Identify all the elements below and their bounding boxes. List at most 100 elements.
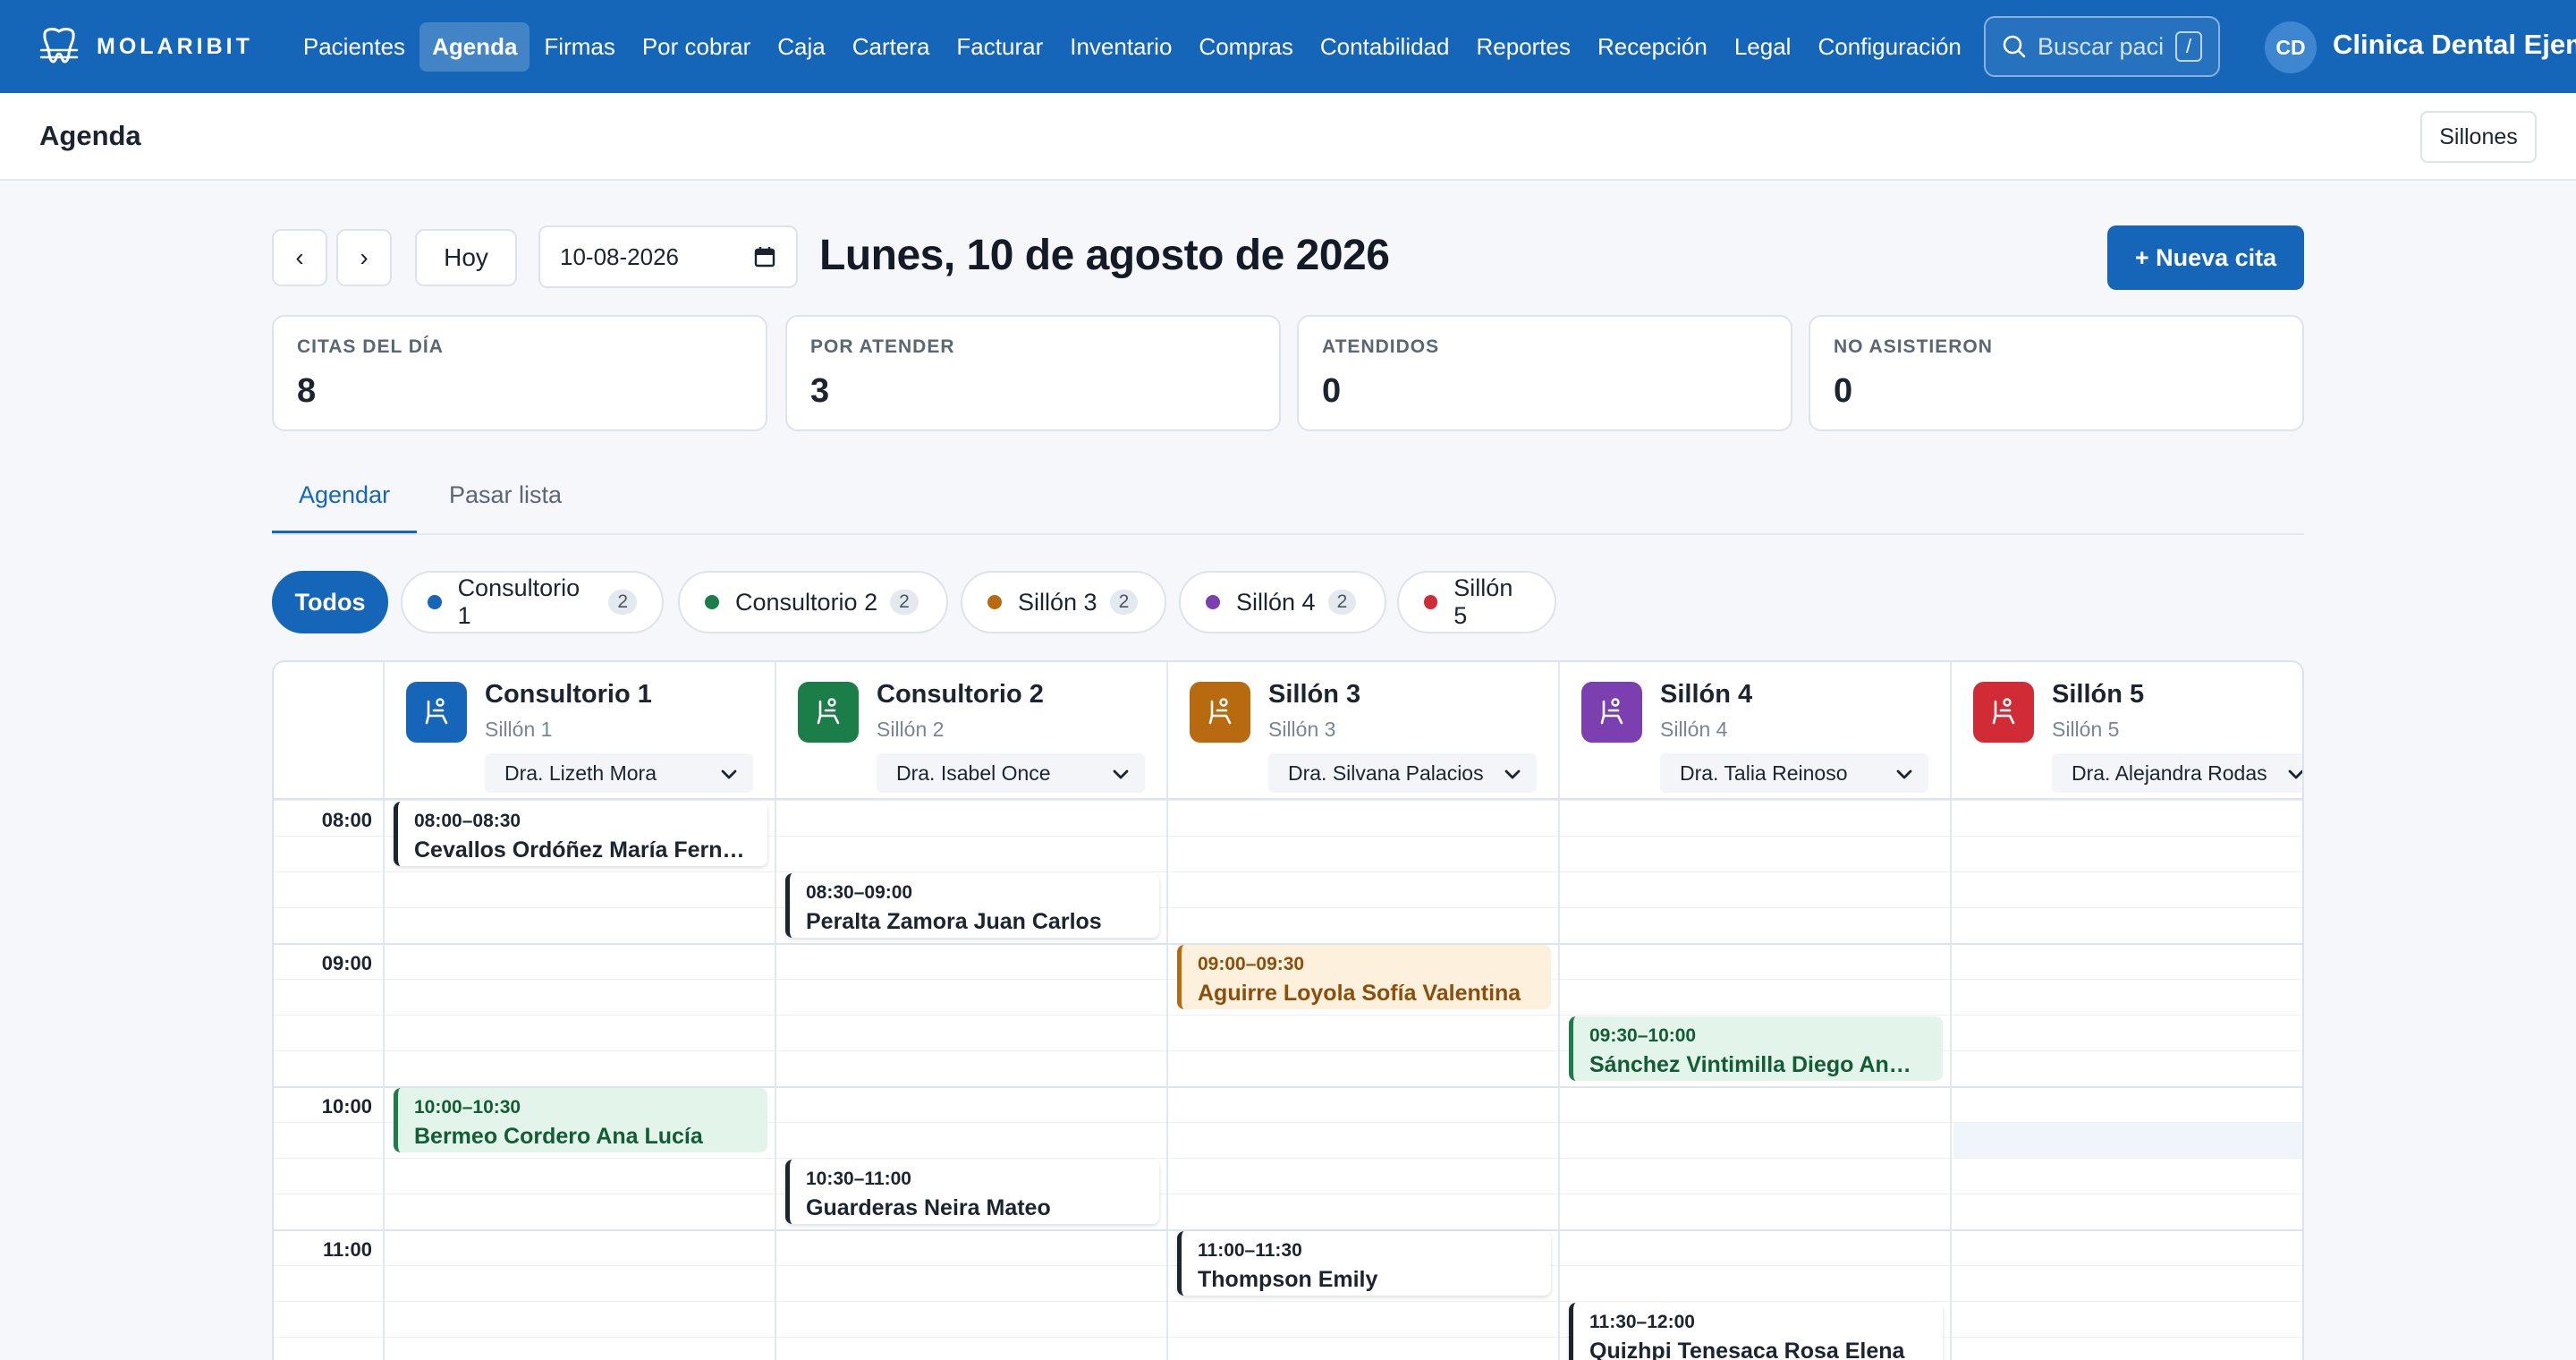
doctor-select[interactable]: Dra. Silvana Palacios [1268, 753, 1537, 793]
chair-subtitle: Sillón 3 [1268, 718, 1336, 741]
doctor-name: Dra. Talia Reinoso [1680, 761, 1848, 785]
new-appointment-button[interactable]: + Nueva cita [2107, 225, 2304, 290]
filter-chip[interactable]: Sillón 3 2 [961, 571, 1166, 633]
column-divider [775, 800, 776, 1360]
column-divider [1950, 800, 1952, 1360]
brand[interactable]: MOLARIBIT [36, 23, 253, 70]
appointment-card[interactable]: 08:00–08:30 Cevallos Ordóñez María Fernan… [394, 802, 767, 866]
today-button[interactable]: Hoy [415, 229, 517, 286]
nav-link-por-cobrar[interactable]: Por cobrar [630, 22, 763, 72]
search-icon [2003, 35, 2026, 58]
date-picker[interactable]: 10-08-2026 [538, 225, 798, 288]
chip-color-dot [428, 595, 442, 609]
patient-name: Cevallos Ordóñez María Fernanda [414, 837, 767, 863]
filter-chip[interactable]: Consultorio 1 2 [401, 571, 664, 633]
brand-name: MOLARIBIT [97, 33, 253, 59]
top-navbar: MOLARIBIT Pacientes Agenda Firmas Por cobra… [0, 0, 2576, 93]
patient-name: Peralta Zamora Juan Carlos [806, 909, 1102, 934]
column-divider [1558, 800, 1560, 1360]
dental-chair-icon [1973, 682, 2034, 743]
chevron-down-icon [1896, 761, 1912, 786]
nav-link-facturar[interactable]: Facturar [944, 22, 1055, 72]
chair-name: Sillón 3 [1268, 680, 1361, 709]
appointment-card[interactable]: 09:30–10:00 Sánchez Vintimilla Diego Andr… [1569, 1016, 1943, 1081]
nav-link-legal[interactable]: Legal [1722, 22, 1804, 72]
chevron-down-icon [721, 761, 737, 786]
appointment-time: 09:00–09:30 [1198, 954, 1305, 974]
appointment-card[interactable]: 11:00–11:30 Thompson Emily [1177, 1231, 1551, 1296]
hour-label: 11:00 [322, 1238, 372, 1261]
appointment-card[interactable]: 10:00–10:30 Bermeo Cordero Ana Lucía [394, 1088, 767, 1152]
chip-count: 2 [1327, 590, 1357, 615]
nav-link-firmas[interactable]: Firmas [531, 22, 627, 72]
tab-pasar-lista[interactable]: Pasar lista [449, 481, 562, 533]
nav-link-inventario[interactable]: Inventario [1057, 22, 1184, 72]
view-tabs: Agendar Pasar lista [272, 463, 2304, 535]
sillones-button[interactable]: Sillones [2420, 111, 2537, 163]
stat-card: NO ASISTIERON 0 [1809, 315, 2304, 431]
slot-divider [274, 1158, 2302, 1159]
patient-search[interactable]: / [1984, 16, 2220, 77]
nav-link-cartera[interactable]: Cartera [840, 22, 943, 72]
nav-link-reportes[interactable]: Reportes [1463, 22, 1583, 72]
user-avatar[interactable]: CD [2265, 21, 2317, 73]
chip-color-dot [705, 595, 719, 609]
doctor-select[interactable]: Dra. Alejandra Rodas [2052, 753, 2302, 793]
chip-count: 2 [1109, 590, 1139, 615]
appointment-card[interactable]: 09:00–09:30 Aguirre Loyola Sofía Valentin… [1177, 945, 1551, 1009]
slot-divider [274, 871, 2302, 872]
tab-agendar[interactable]: Agendar [272, 481, 418, 533]
filter-chip[interactable]: Todos [272, 571, 388, 633]
doctor-select[interactable]: Dra. Lizeth Mora [485, 753, 753, 793]
chip-color-dot [987, 595, 1002, 609]
chair-subtitle: Sillón 2 [877, 718, 945, 741]
nav-link-pacientes[interactable]: Pacientes [291, 22, 418, 72]
clinic-name[interactable]: Clinica Dental Ejemplo [2333, 29, 2576, 61]
current-date-title: Lunes, 10 de agosto de 2026 [819, 232, 1390, 279]
doctor-select[interactable]: Dra. Talia Reinoso [1660, 753, 1928, 793]
patient-name: Bermeo Cordero Ana Lucía [414, 1124, 703, 1149]
appointment-time: 09:30–10:00 [1589, 1025, 1697, 1046]
chair-column-header: Sillón 3 Sillón 3 Dra. Silvana Palacios [1168, 662, 1560, 800]
nav-link-compras[interactable]: Compras [1186, 22, 1305, 72]
filter-chip[interactable]: Sillón 4 2 [1179, 571, 1386, 633]
chair-subtitle: Sillón 5 [2052, 718, 2120, 741]
search-shortcut-key: / [2175, 31, 2203, 62]
chip-color-dot [1206, 595, 1220, 609]
search-input[interactable] [2038, 32, 2172, 61]
chair-name: Sillón 5 [2052, 680, 2145, 709]
filter-chip[interactable]: Sillón 5 [1397, 571, 1556, 633]
appointment-time: 10:30–11:00 [806, 1169, 911, 1189]
next-day-button[interactable]: › [336, 229, 392, 286]
stat-label: ATENDIDOS [1322, 336, 1440, 357]
hovered-slot[interactable] [1953, 1122, 2302, 1158]
appointment-card[interactable]: 11:30–12:00 Quizhpi Tenesaca Rosa Elena [1569, 1303, 1943, 1360]
filter-chip[interactable]: Consultorio 2 2 [678, 571, 948, 633]
dental-chair-icon [1581, 682, 1642, 743]
patient-name: Guarderas Neira Mateo [806, 1195, 1051, 1220]
nav-link-recepci-n[interactable]: Recepción [1585, 22, 1720, 72]
appointment-card[interactable]: 10:30–11:00 Guarderas Neira Mateo [785, 1160, 1159, 1224]
dental-chair-icon [1190, 682, 1250, 743]
nav-link-contabilidad[interactable]: Contabilidad [1308, 22, 1462, 72]
nav-link-agenda[interactable]: Agenda [419, 21, 530, 72]
tooth-logo-icon [39, 28, 79, 64]
doctor-select[interactable]: Dra. Isabel Once [877, 753, 1145, 793]
doctor-name: Dra. Lizeth Mora [504, 761, 657, 785]
stat-card: POR ATENDER 3 [785, 315, 1281, 431]
chip-count: 2 [890, 590, 919, 615]
nav-link-caja[interactable]: Caja [765, 22, 837, 72]
hour-label: 08:00 [321, 809, 372, 831]
main-menu: Pacientes Agenda Firmas Por cobrar Caja Carte… [291, 21, 1976, 72]
prev-day-button[interactable]: ‹ [272, 229, 327, 286]
nav-link-configuraci-n[interactable]: Configuración [1805, 22, 1973, 72]
doctor-name: Dra. Isabel Once [896, 761, 1051, 785]
slot-divider [274, 1015, 2302, 1016]
chip-label: Sillón 4 [1236, 588, 1316, 616]
slot-divider [274, 1337, 2302, 1338]
patient-name: Aguirre Loyola Sofía Valentina [1198, 981, 1521, 1006]
chevron-down-icon [1113, 761, 1129, 786]
appointment-card[interactable]: 08:30–09:00 Peralta Zamora Juan Carlos [785, 873, 1159, 938]
doctor-name: Dra. Silvana Palacios [1288, 761, 1484, 785]
patient-name: Sánchez Vintimilla Diego Andrés [1589, 1052, 1936, 1077]
